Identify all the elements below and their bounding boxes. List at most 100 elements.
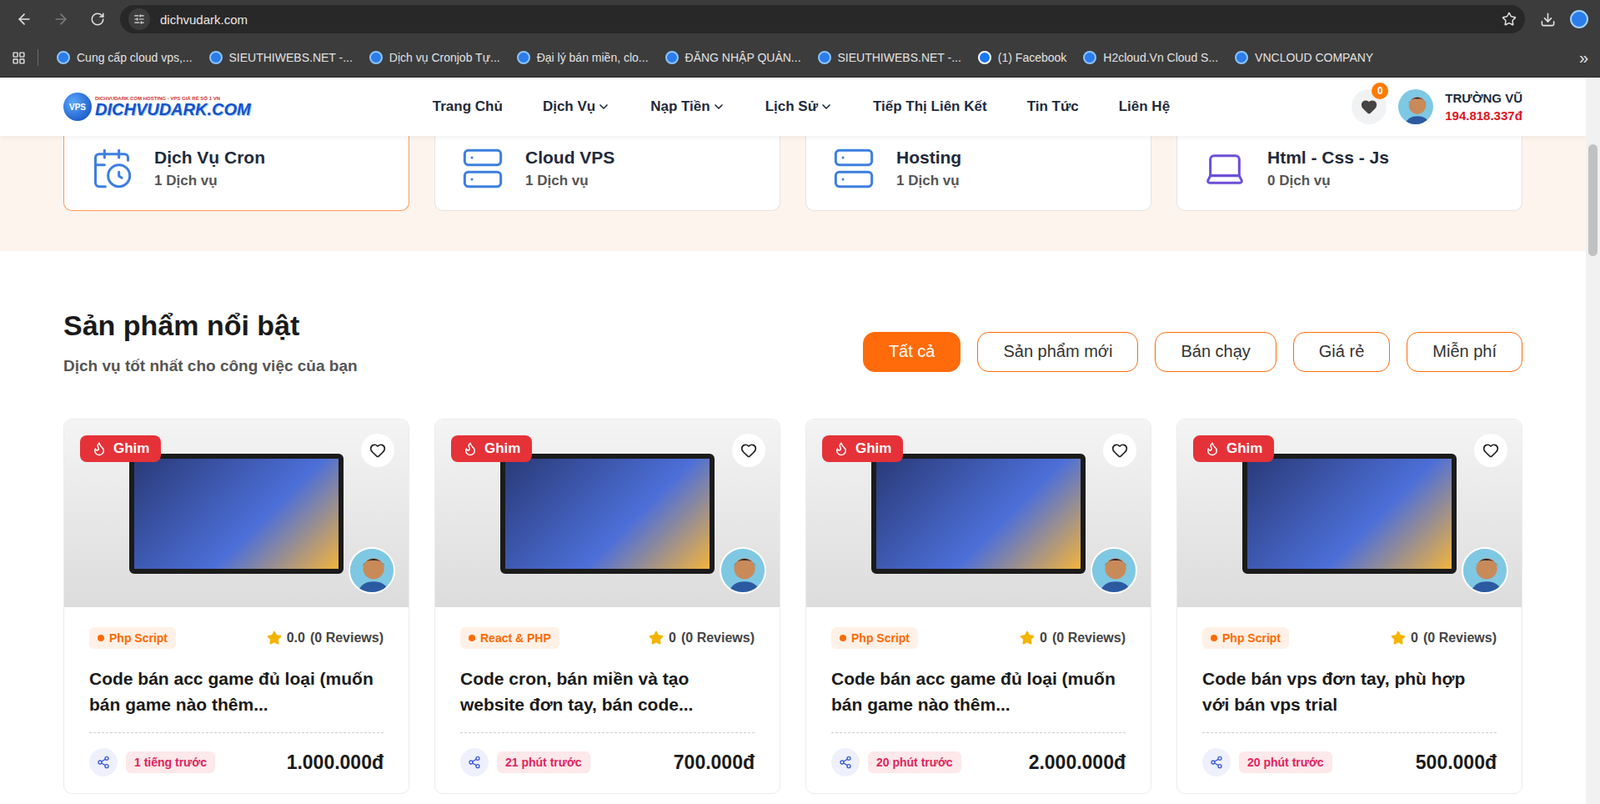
share-icon [838, 755, 853, 769]
filter-button[interactable]: Miễn phí [1406, 331, 1523, 372]
product-image[interactable]: Ghim [806, 419, 1151, 607]
tag-dot [97, 634, 105, 642]
apps-grid-icon[interactable] [11, 50, 26, 66]
favorites-button[interactable]: 0 [1351, 89, 1387, 125]
bookmark-item[interactable]: (1) Facebook [971, 47, 1074, 68]
back-button[interactable] [10, 5, 39, 34]
logo-badge: VPS [63, 92, 92, 121]
scrollbar-thumb[interactable] [1588, 144, 1598, 256]
product-card[interactable]: Ghim Php Script 0.0(0 Reviews) Code bán acc… [63, 418, 410, 794]
section-title: Sản phẩm nổi bật [63, 309, 358, 342]
favicon-icon [1083, 50, 1097, 65]
product-price: 500.000đ [1415, 751, 1497, 774]
seller-avatar [348, 546, 396, 594]
bookmark-item[interactable]: ĐĂNG NHẬP QUẢN... [658, 47, 808, 68]
product-title[interactable]: Code cron, bán miền và tạo website đơn t… [460, 665, 755, 733]
bookmark-item[interactable]: SIEUTHIWEBS.NET -... [811, 47, 969, 68]
nav-item[interactable]: Liên Hệ [1118, 98, 1170, 116]
favorite-button[interactable] [361, 433, 395, 467]
nav-item[interactable]: Nạp Tiền [650, 98, 725, 116]
section-subtitle: Dịch vụ tốt nhất cho công việc của bạn [63, 356, 358, 376]
category-card[interactable]: Hosting1 Dịch vụ [805, 135, 1152, 211]
share-button[interactable] [831, 747, 860, 777]
product-title[interactable]: Code bán acc game đủ loại (muốn bán game… [831, 665, 1126, 733]
page-scrollbar[interactable] [1585, 77, 1600, 804]
bookmark-item[interactable]: Dịch vụ Cronjob Tự... [362, 47, 507, 68]
address-bar[interactable]: dichvudark.com [120, 5, 1525, 34]
download-icon [1539, 11, 1556, 28]
filter-button[interactable]: Sản phẩm mới [977, 331, 1139, 372]
product-tag[interactable]: Php Script [89, 626, 176, 649]
favorite-button[interactable] [1103, 433, 1137, 467]
forward-button[interactable] [46, 5, 76, 34]
seller-avatar [1461, 546, 1509, 594]
bookmark-item[interactable]: Cung cấp cloud vps,... [50, 47, 200, 68]
nav-item[interactable]: Lịch Sử [765, 98, 833, 116]
favorite-button[interactable] [732, 433, 766, 467]
bookmarks-separator [37, 49, 39, 66]
url-text[interactable]: dichvudark.com [160, 12, 1492, 27]
product-tag[interactable]: Php Script [1202, 626, 1290, 649]
bookmark-item[interactable]: H2cloud.Vn Cloud S... [1076, 47, 1225, 68]
product-time: 20 phút trước [867, 751, 962, 773]
pinned-badge: Ghim [451, 435, 532, 462]
heart-icon [369, 441, 387, 459]
flame-icon [462, 441, 478, 457]
nav-item[interactable]: Trang Chủ [432, 98, 503, 116]
bookmarks-overflow[interactable]: » [1579, 48, 1589, 68]
product-title[interactable]: Code bán acc game đủ loại (muốn bán game… [89, 665, 384, 733]
category-count: 1 Dịch vụ [154, 172, 266, 190]
heart-icon [1482, 441, 1500, 459]
product-rating: 0(0 Reviews) [1390, 630, 1497, 646]
nav-item[interactable]: Tiếp Thị Liên Kết [872, 98, 988, 116]
reload-button[interactable] [83, 5, 112, 34]
product-title[interactable]: Code bán vps đơn tay, phù hợp với bán vp… [1202, 665, 1497, 733]
product-card[interactable]: Ghim Php Script 0(0 Reviews) Code bán vps đ… [1176, 418, 1523, 794]
product-time: 20 phút trước [1238, 751, 1333, 773]
product-rating: 0.0(0 Reviews) [266, 630, 384, 646]
download-button[interactable] [1533, 5, 1562, 34]
product-card[interactable]: GhimPhp Script0(0 Reviews)Code bán acc g… [805, 418, 1152, 794]
bookmark-item[interactable]: VNCLOUD COMPANY [1228, 47, 1380, 68]
user-name[interactable]: TRƯỜNG VŨ [1444, 90, 1523, 106]
favorites-count: 0 [1371, 82, 1389, 100]
product-image[interactable]: Ghim [64, 419, 409, 607]
favicon-icon [56, 50, 71, 65]
share-button[interactable] [460, 747, 489, 777]
chevron-down-icon [596, 100, 611, 114]
share-button[interactable] [1202, 747, 1231, 777]
browser-window: dichvudark.comCung cấp cloud vps,...SIEU… [0, 0, 1600, 804]
seller-avatar [1090, 546, 1138, 594]
product-tag[interactable]: Php Script [831, 626, 918, 649]
filter-button[interactable]: Tất cả [862, 331, 962, 372]
product-price: 1.000.000đ [286, 751, 384, 774]
product-tag[interactable]: React & PHP [460, 626, 560, 649]
site-logo[interactable]: VPSDICHVUDARK.COM HOSTING - VPS GIÁ RẺ S… [63, 92, 251, 121]
bookmark-item[interactable]: Đại lý bán miền, clo... [510, 47, 656, 68]
product-image[interactable]: Ghim [435, 419, 780, 607]
nav-item[interactable]: Dịch Vụ [542, 98, 611, 116]
nav-item[interactable]: Tin Tức [1027, 98, 1079, 116]
product-preview [871, 453, 1085, 574]
calendar-clock-icon [90, 146, 134, 191]
favicon-icon [817, 50, 832, 65]
seller-avatar [719, 546, 767, 594]
favorite-button[interactable] [1474, 433, 1508, 467]
bookmarks-bar: Cung cấp cloud vps,...SIEUTHIWEBS.NET -.… [0, 38, 1600, 78]
bookmark-item[interactable]: SIEUTHIWEBS.NET -... [202, 47, 360, 68]
extension-icon[interactable] [1569, 10, 1589, 29]
site-info-button[interactable] [128, 8, 151, 31]
share-button[interactable] [89, 747, 118, 777]
bookmark-star-icon[interactable] [1501, 11, 1517, 27]
product-image[interactable]: Ghim [1177, 419, 1522, 607]
favicon-icon [1234, 50, 1249, 65]
category-card[interactable]: Cloud VPS1 Dịch vụ [434, 135, 781, 211]
share-icon [1209, 755, 1224, 769]
filter-button[interactable]: Bán chạy [1154, 331, 1276, 372]
product-card[interactable]: GhimReact & PHP0(0 Reviews)Code cron, bá… [434, 418, 781, 794]
category-card[interactable]: Dịch Vụ Cron1 Dịch vụ [63, 135, 410, 211]
main-nav: Trang Chủ Dịch Vụ Nạp Tiền Lịch Sử Tiếp Thị … [432, 98, 1170, 116]
filter-button[interactable]: Giá rẻ [1293, 331, 1390, 372]
category-card[interactable]: Html - Css - Js0 Dịch vụ [1176, 135, 1523, 211]
tag-dot [839, 634, 847, 642]
